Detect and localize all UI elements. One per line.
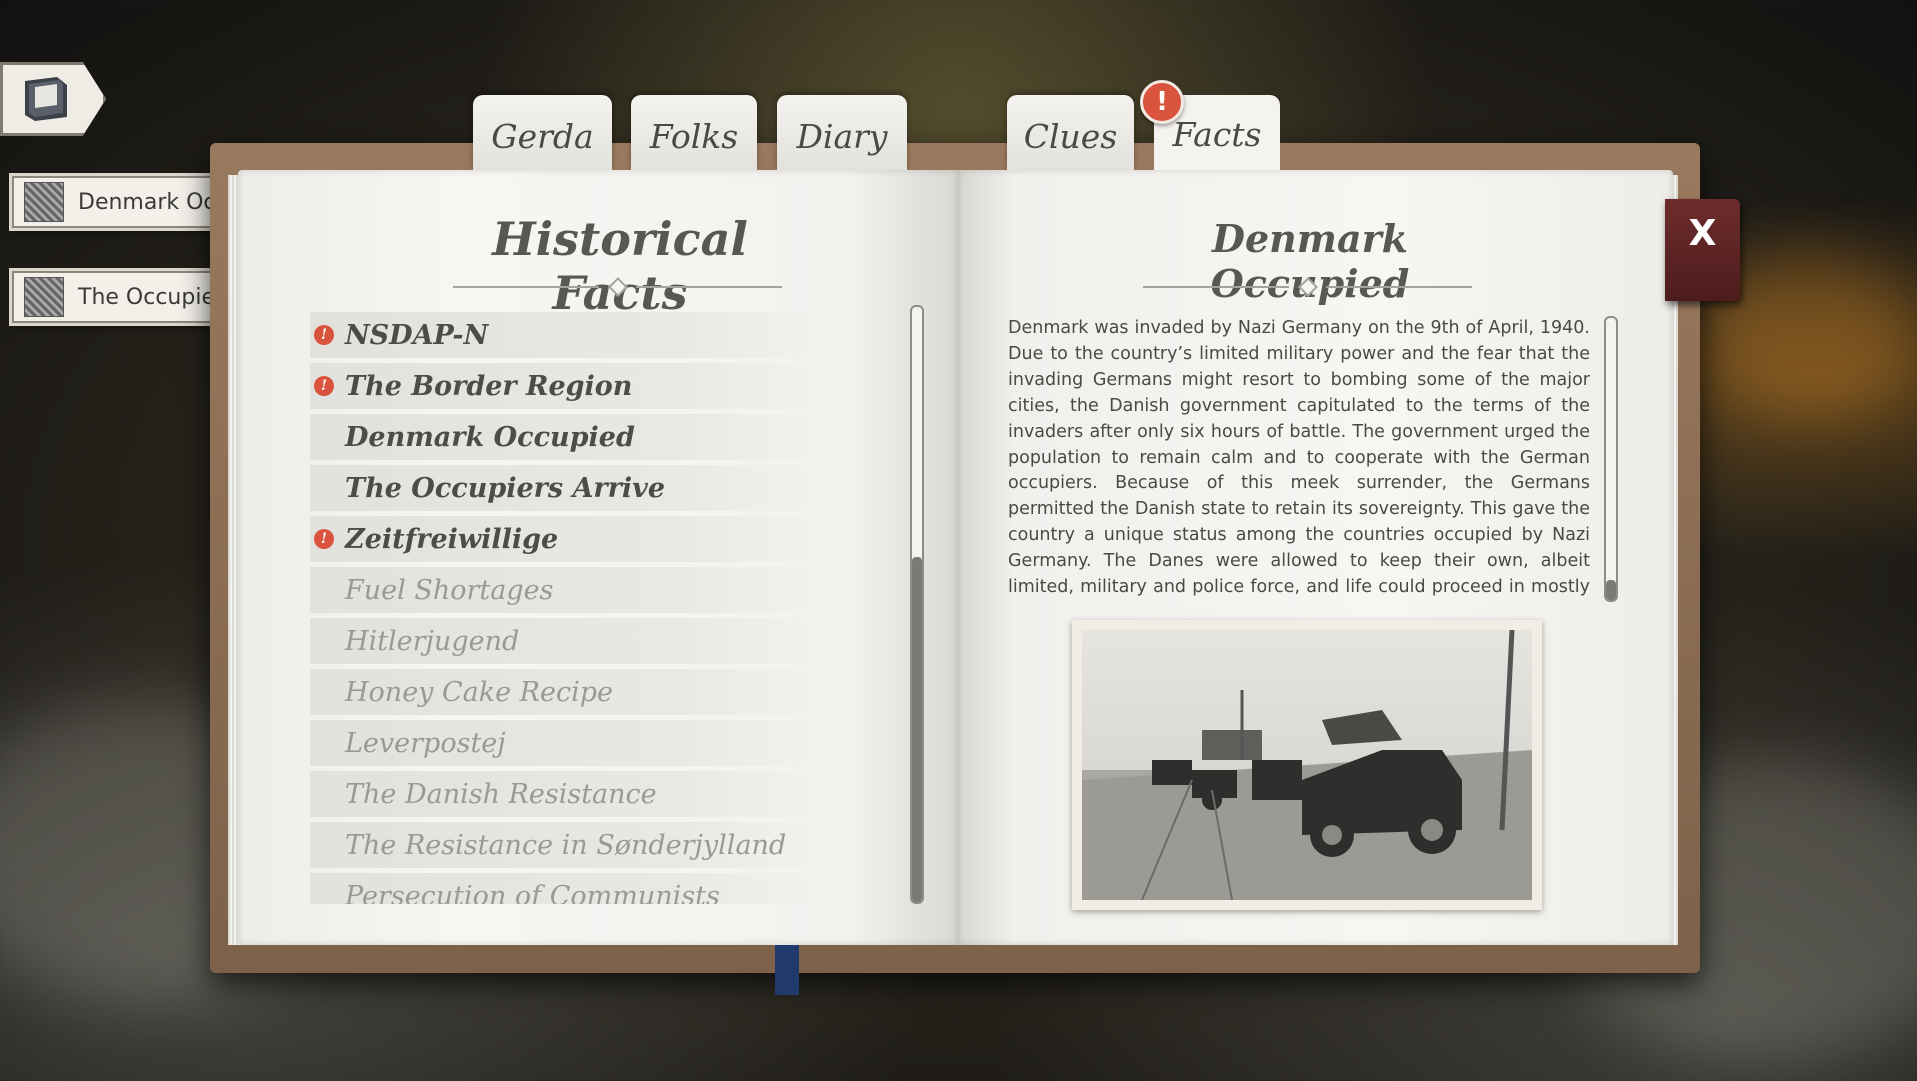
article-photo	[1072, 620, 1542, 910]
tab-label: Clues	[1023, 117, 1118, 156]
fact-label: The Danish Resistance	[345, 778, 657, 810]
fact-list-item: The Resistance in Sønderjylland	[310, 822, 830, 868]
fact-list-item[interactable]: The Occupiers Arrive	[310, 465, 830, 511]
fact-label: Denmark Occupied	[345, 421, 635, 453]
divider	[453, 286, 599, 288]
new-fact-alert-icon: !	[314, 376, 334, 396]
fact-list: ! NSDAP-N! The Border Region Denmark Occupi…	[310, 312, 830, 904]
tab-label: Facts	[1172, 115, 1262, 154]
fact-list-item[interactable]: ! The Border Region	[310, 363, 830, 409]
tab-label: Gerda	[491, 117, 594, 156]
fact-label: Honey Cake Recipe	[345, 676, 614, 708]
page-title: Historical Facts	[492, 212, 748, 320]
close-button[interactable]: X	[1665, 199, 1740, 301]
new-fact-alert-icon: !	[314, 529, 334, 549]
divider	[1143, 286, 1289, 288]
fact-label: The Border Region	[345, 370, 633, 402]
fact-label: Persecution of Communists	[345, 880, 720, 905]
close-label: X	[1688, 213, 1717, 254]
thumbnail-image	[24, 182, 64, 222]
fact-list-item: Persecution of Communists	[310, 873, 830, 904]
fact-label: The Occupiers Arrive	[345, 472, 665, 504]
fact-label: Fuel Shortages	[345, 574, 554, 606]
fact-label: Hitlerjugend	[345, 625, 520, 657]
fact-label: NSDAP-N	[345, 319, 489, 351]
journal-button[interactable]	[0, 62, 106, 136]
scrollbar-thumb[interactable]	[1606, 580, 1616, 600]
article-scrollbar[interactable]	[1604, 316, 1618, 602]
fact-label: Zeitfreiwillige	[345, 523, 559, 555]
fact-list-item[interactable]: Denmark Occupied	[310, 414, 830, 460]
fact-list-item: Hitlerjugend	[310, 618, 830, 664]
divider	[1326, 286, 1472, 288]
tab-folks[interactable]: Folks	[631, 95, 757, 170]
fact-list-item: Honey Cake Recipe	[310, 669, 830, 715]
tab-label: Folks	[649, 117, 739, 156]
tab-label: Diary	[796, 117, 888, 156]
fact-label: The Resistance in Sønderjylland	[345, 829, 787, 861]
book-icon	[25, 77, 67, 121]
tab-gerda[interactable]: Gerda	[473, 95, 612, 170]
facts-alert-icon: !	[1140, 80, 1184, 124]
fact-list-item: Leverpostej	[310, 720, 830, 766]
fact-list-item[interactable]: ! NSDAP-N	[310, 312, 830, 358]
article-body: Denmark was invaded by Nazi Germany on t…	[1008, 318, 1590, 598]
tab-diary[interactable]: Diary	[777, 95, 907, 170]
divider	[636, 286, 782, 288]
fact-list-item[interactable]: ! Zeitfreiwillige	[310, 516, 830, 562]
new-fact-alert-icon: !	[314, 325, 334, 345]
tab-clues[interactable]: Clues	[1007, 95, 1134, 170]
thumbnail-image	[24, 277, 64, 317]
historical-photo-image	[1082, 630, 1532, 900]
bookmark-ribbon	[775, 945, 799, 995]
fact-list-scrollbar[interactable]	[910, 305, 924, 904]
scrollbar-thumb[interactable]	[912, 557, 922, 902]
fact-label: Leverpostej	[345, 727, 506, 759]
fact-list-item: Fuel Shortages	[310, 567, 830, 613]
fact-list-item: The Danish Resistance	[310, 771, 830, 817]
